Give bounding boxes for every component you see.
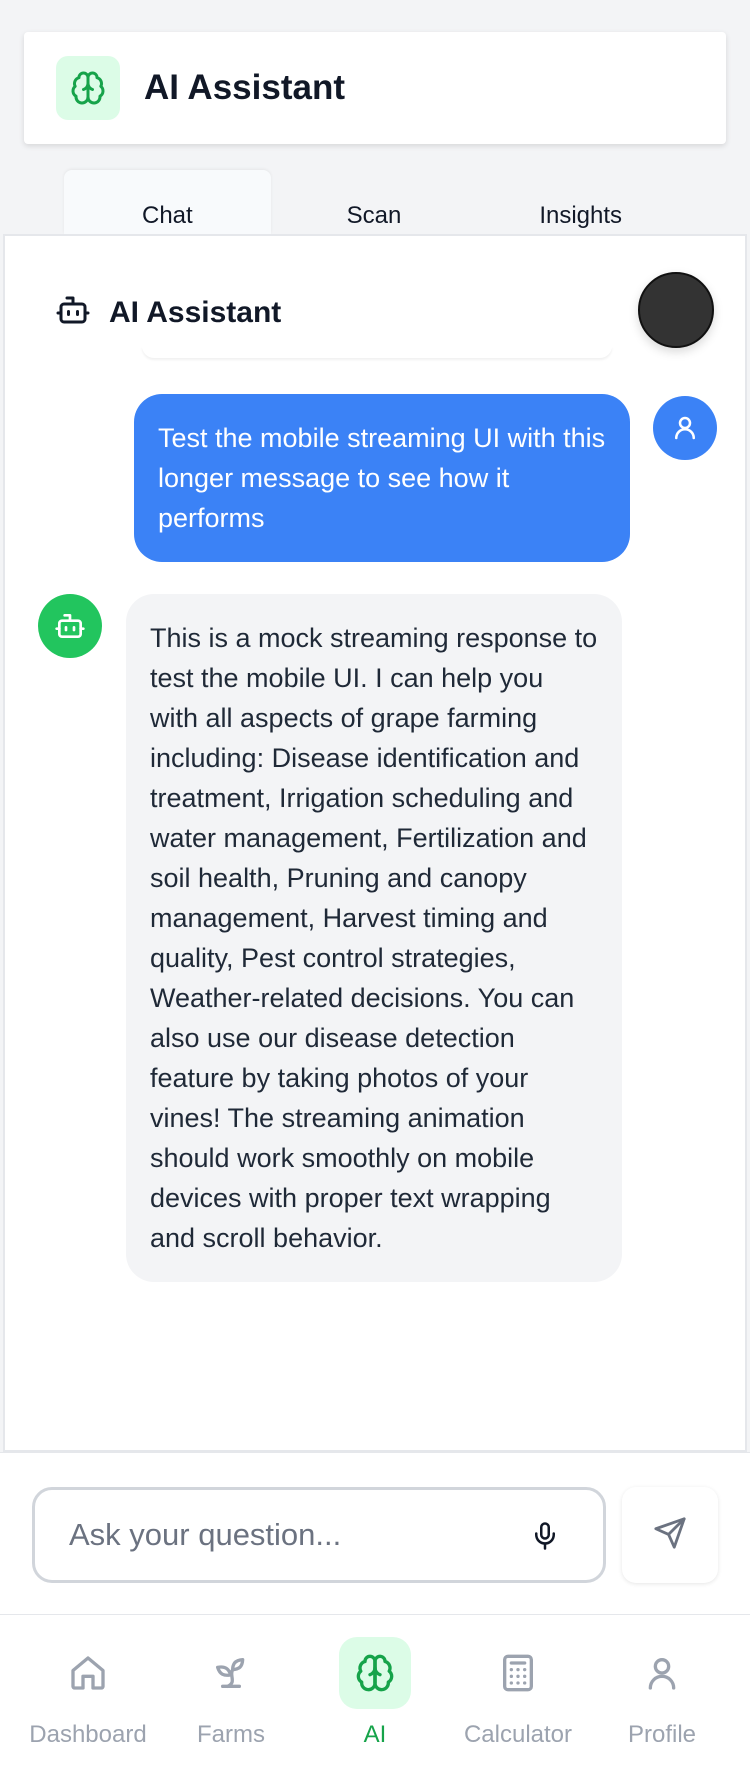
nav-label: Profile xyxy=(627,1721,697,1748)
user-icon xyxy=(626,1637,698,1709)
chat-header: AI Assistant xyxy=(55,292,281,333)
page-title: AI Assistant xyxy=(144,68,345,107)
brain-icon xyxy=(339,1637,411,1709)
chat-panel[interactable]: AI Assistant Test the mobile streaming U… xyxy=(3,234,747,1452)
app-header: AI Assistant xyxy=(24,32,726,144)
bot-icon xyxy=(55,292,91,333)
mic-icon[interactable] xyxy=(527,1516,563,1556)
send-icon xyxy=(653,1516,687,1555)
user-message: Test the mobile streaming UI with this l… xyxy=(134,394,630,562)
bottom-navigation: Dashboard Farms AI Calculator Profile xyxy=(0,1614,750,1774)
nav-profile[interactable]: Profile xyxy=(587,1637,737,1749)
question-input[interactable] xyxy=(69,1517,509,1553)
nav-label: AI xyxy=(363,1721,387,1748)
nav-label: Calculator xyxy=(463,1721,573,1748)
chat-title: AI Assistant xyxy=(109,295,282,329)
input-bar xyxy=(0,1452,750,1614)
nav-farms[interactable]: Farms xyxy=(156,1637,306,1749)
tab-insights[interactable]: Insights xyxy=(477,170,684,234)
tab-scan[interactable]: Scan xyxy=(271,170,478,234)
nav-calculator[interactable]: Calculator xyxy=(443,1637,593,1749)
nav-ai[interactable]: AI xyxy=(300,1637,450,1749)
nav-dashboard[interactable]: Dashboard xyxy=(13,1637,163,1749)
nav-label: Dashboard xyxy=(29,1721,147,1748)
user-avatar xyxy=(653,396,717,460)
brain-icon xyxy=(56,56,120,120)
assistant-avatar xyxy=(38,594,102,658)
floating-action-button[interactable] xyxy=(638,272,714,348)
previous-message-edge xyxy=(142,346,612,358)
question-field[interactable] xyxy=(32,1487,606,1583)
tab-bar: Chat Scan Insights xyxy=(64,170,684,234)
sprout-icon xyxy=(195,1637,267,1709)
assistant-message: This is a mock streaming response to tes… xyxy=(126,594,622,1282)
send-button[interactable] xyxy=(622,1487,718,1583)
tab-chat[interactable]: Chat xyxy=(64,170,271,234)
calculator-icon xyxy=(482,1637,554,1709)
nav-label: Farms xyxy=(197,1721,265,1748)
home-icon xyxy=(52,1637,124,1709)
